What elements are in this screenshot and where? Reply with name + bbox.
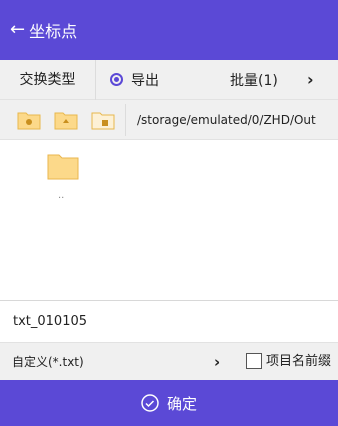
page-title: 坐标点 (29, 22, 78, 41)
radio-selected-icon[interactable] (110, 73, 123, 86)
title-bar: ← 坐标点 (0, 0, 338, 60)
filename-row (0, 300, 338, 342)
chevron-right-icon[interactable]: › (214, 343, 220, 381)
chevron-right-icon[interactable]: › (307, 70, 314, 89)
folder-up-icon[interactable] (54, 110, 78, 130)
format-row: 自定义(*.txt) › 项目名前缀 (0, 342, 338, 380)
confirm-button[interactable]: 确定 (0, 380, 338, 426)
format-selector[interactable]: 自定义(*.txt) (12, 343, 84, 381)
export-radio[interactable]: 导出 (110, 70, 159, 90)
prefix-label: 项目名前缀 (266, 354, 332, 369)
batch-selector[interactable]: 批量(1) (230, 70, 278, 90)
exchange-type-label: 交换类型 (0, 59, 96, 100)
filename-input[interactable] (13, 309, 313, 333)
path-divider (125, 104, 126, 136)
exchange-type-row: 交换类型 导出 批量(1) › (0, 59, 338, 100)
export-label: 导出 (131, 72, 159, 89)
current-path: /storage/emulated/0/ZHD/Out (137, 113, 316, 127)
folder-home-icon[interactable] (17, 110, 41, 130)
prefix-checkbox[interactable] (246, 353, 262, 369)
parent-folder-label: .. (58, 190, 65, 201)
folder-device-icon[interactable] (91, 110, 115, 130)
path-bar: /storage/emulated/0/ZHD/Out (0, 100, 338, 140)
check-circle-icon (141, 394, 159, 412)
file-list: .. (0, 140, 338, 300)
confirm-label: 确定 (166, 394, 197, 413)
folder-icon (47, 154, 79, 180)
back-arrow-icon[interactable]: ← (10, 21, 25, 39)
list-item-parent[interactable] (47, 152, 79, 184)
